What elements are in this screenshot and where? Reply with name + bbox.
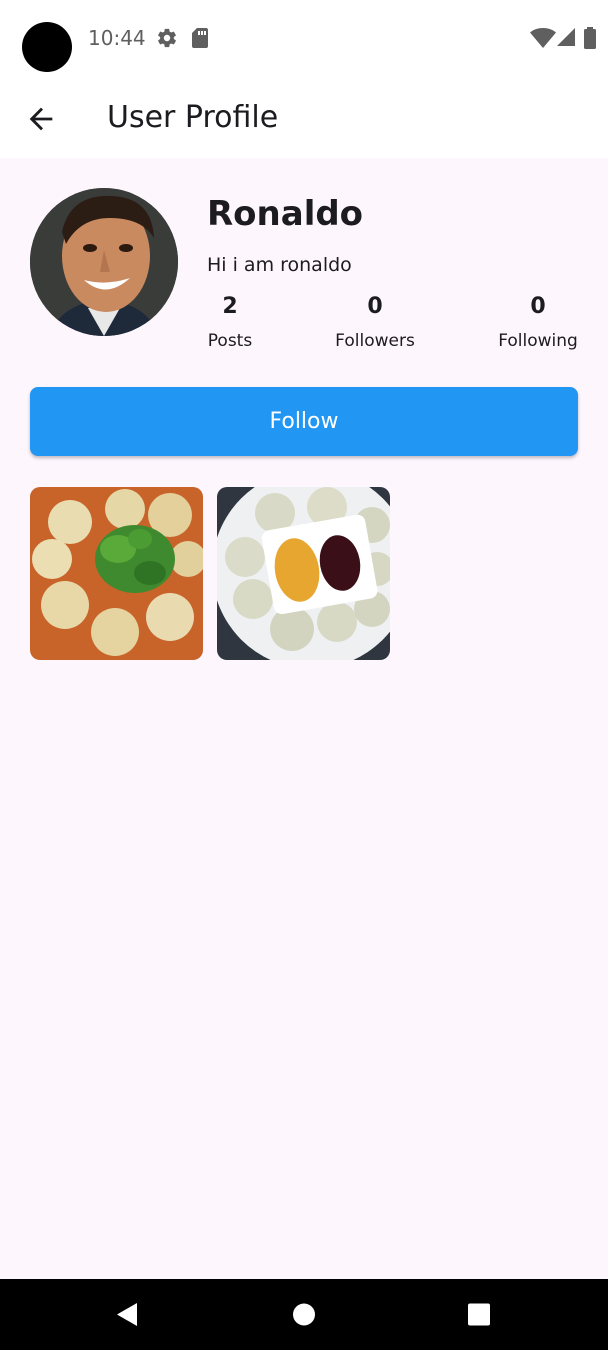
dumplings-soup-photo <box>30 487 203 660</box>
post-thumbnail[interactable] <box>217 487 390 660</box>
stat-label: Followers <box>335 331 415 351</box>
avatar <box>30 188 178 336</box>
signal-icon <box>557 28 575 46</box>
stat-label: Following <box>498 331 578 351</box>
profile-photo <box>30 188 178 336</box>
app-bar: User Profile <box>0 80 608 158</box>
camera-cutout <box>22 22 72 72</box>
system-nav-bar <box>0 1279 608 1350</box>
stat-value: 2 <box>222 294 238 319</box>
follow-button[interactable]: Follow <box>30 387 578 456</box>
status-bar: 10:44 <box>0 0 608 80</box>
post-thumbnail[interactable] <box>30 487 203 660</box>
settings-icon <box>158 28 176 48</box>
recents-square-icon[interactable] <box>439 1279 519 1350</box>
profile-name: Ronaldo <box>207 194 364 234</box>
stat-followers: 0 Followers <box>315 294 435 351</box>
dumplings-plate-photo <box>217 487 390 660</box>
stat-value: 0 <box>367 294 383 319</box>
sd-card-icon <box>192 28 208 48</box>
profile-content: Ronaldo Hi i am ronaldo 2 Posts 0 Follow… <box>0 158 608 1278</box>
battery-icon <box>584 27 596 49</box>
back-triangle-icon[interactable] <box>88 1279 168 1350</box>
status-time: 10:44 <box>88 26 146 50</box>
arrow-back-icon[interactable] <box>24 102 58 136</box>
stat-following: 0 Following <box>478 294 598 351</box>
home-circle-icon[interactable] <box>264 1279 344 1350</box>
stat-value: 0 <box>530 294 546 319</box>
stat-label: Posts <box>207 331 253 351</box>
wifi-icon <box>530 28 556 48</box>
profile-bio: Hi i am ronaldo <box>207 254 352 276</box>
page-title: User Profile <box>107 100 279 135</box>
stat-posts: 2 Posts <box>170 294 290 351</box>
